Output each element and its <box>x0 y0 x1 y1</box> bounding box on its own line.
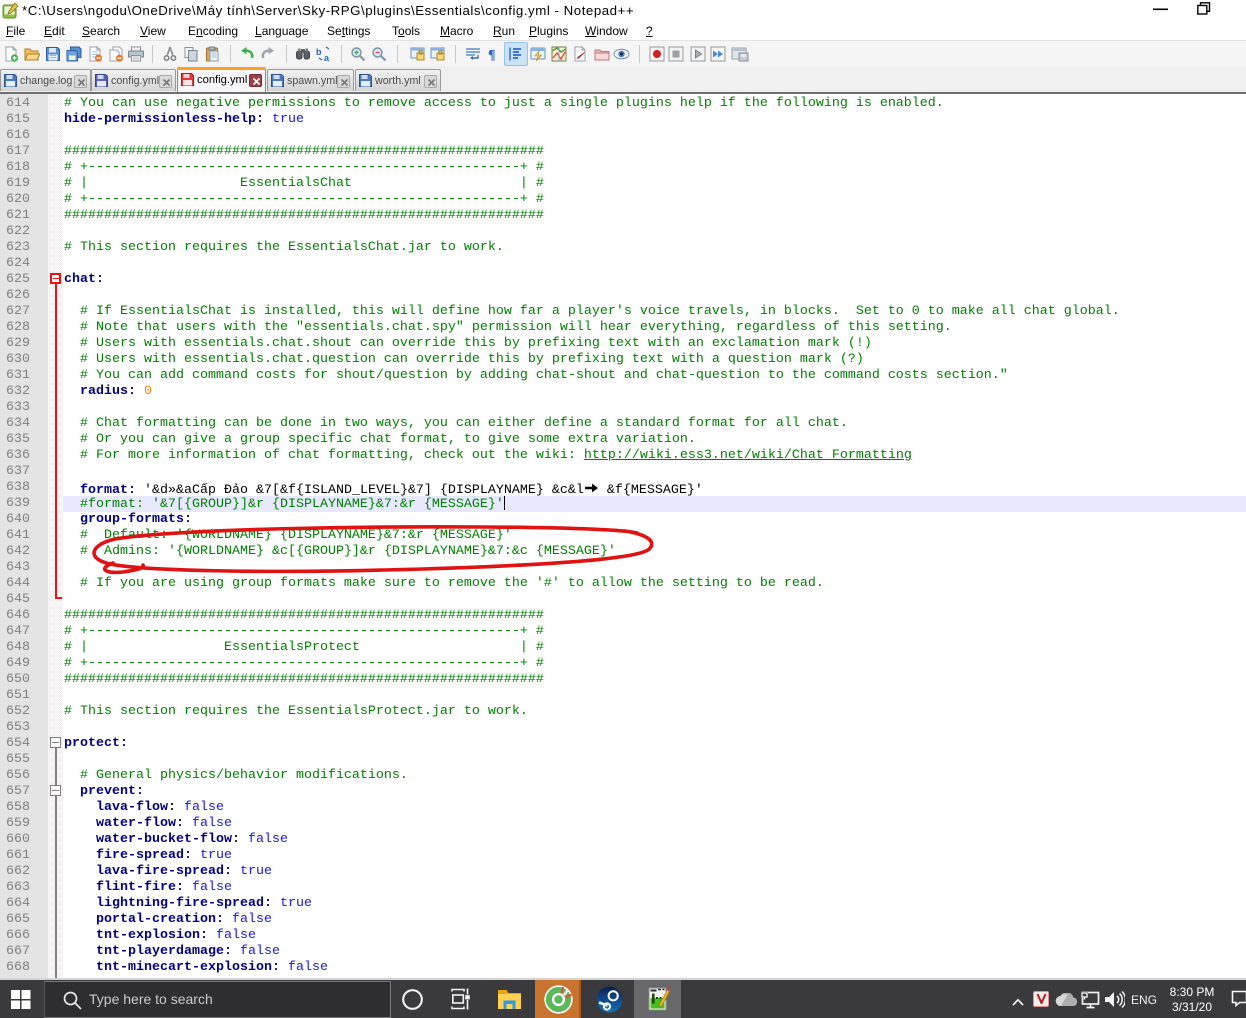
svg-text:¶: ¶ <box>488 48 496 62</box>
svg-text:a: a <box>324 53 330 62</box>
svg-text:b: b <box>316 47 322 57</box>
